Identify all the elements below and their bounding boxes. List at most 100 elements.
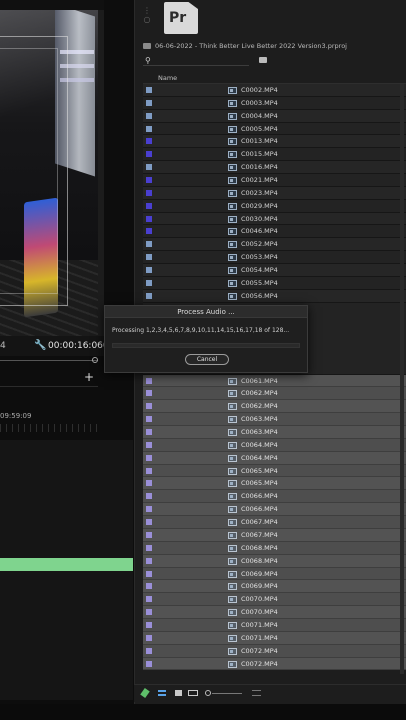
clip-row[interactable]: C0016.MP4: [143, 161, 406, 175]
icon-view-icon[interactable]: [175, 690, 182, 696]
scrubber-handle[interactable]: [92, 357, 98, 363]
zoom-slider-handle[interactable]: [205, 690, 211, 696]
clip-row[interactable]: C0030.MP4: [143, 212, 406, 226]
clip-row[interactable]: C0063.MP4: [143, 426, 406, 439]
clip-row[interactable]: C0072.MP4: [143, 657, 406, 671]
clip-row[interactable]: C0054.MP4: [143, 264, 406, 277]
label-color-swatch[interactable]: [146, 254, 152, 261]
clip-row[interactable]: C0070.MP4: [143, 606, 406, 619]
label-color-swatch[interactable]: [146, 279, 152, 286]
clip-row[interactable]: C0053.MP4: [143, 251, 406, 265]
list-view-icon[interactable]: [158, 690, 166, 696]
clip-row[interactable]: C0004.MP4: [143, 109, 406, 123]
label-color-swatch[interactable]: [146, 403, 152, 410]
label-color-swatch[interactable]: [146, 454, 152, 461]
label-color-swatch[interactable]: [146, 99, 152, 106]
clip-row[interactable]: C0072.MP4: [143, 644, 406, 658]
clip-row[interactable]: C0005.MP4: [143, 122, 406, 136]
label-color-swatch[interactable]: [146, 292, 152, 299]
clip-row[interactable]: C0071.MP4: [143, 618, 406, 632]
clip-row[interactable]: C0067.MP4: [143, 516, 406, 529]
clip-row[interactable]: C0063.MP4: [143, 413, 406, 427]
video-clip-icon: [228, 403, 237, 411]
label-color-swatch[interactable]: [146, 138, 152, 145]
label-color-swatch[interactable]: [146, 467, 152, 474]
label-color-swatch[interactable]: [146, 519, 152, 526]
label-color-swatch[interactable]: [146, 557, 152, 564]
clip-row[interactable]: C0064.MP4: [143, 451, 406, 465]
label-color-swatch[interactable]: [146, 429, 152, 436]
clip-row[interactable]: C0065.MP4: [143, 464, 406, 478]
clip-row[interactable]: C0068.MP4: [143, 541, 406, 555]
clip-row[interactable]: C0062.MP4: [143, 400, 406, 414]
panel-handle-icon[interactable]: ⋮ ○: [140, 6, 154, 32]
label-color-swatch[interactable]: [146, 416, 152, 423]
cancel-button[interactable]: Cancel: [185, 354, 229, 365]
label-color-swatch[interactable]: [146, 634, 152, 641]
label-color-swatch[interactable]: [146, 493, 152, 500]
clip-row[interactable]: C0071.MP4: [143, 631, 406, 645]
clip-row[interactable]: C0056.MP4: [143, 289, 406, 303]
clip-row[interactable]: C0029.MP4: [143, 199, 406, 213]
label-color-swatch[interactable]: [146, 570, 152, 577]
label-color-swatch[interactable]: [146, 544, 152, 551]
monitor-scrubber[interactable]: [0, 360, 98, 361]
clip-row[interactable]: C0068.MP4: [143, 554, 406, 568]
clip-row[interactable]: C0066.MP4: [143, 490, 406, 504]
label-color-swatch[interactable]: [146, 177, 152, 184]
label-color-swatch[interactable]: [146, 228, 152, 235]
clip-row[interactable]: C0055.MP4: [143, 276, 406, 290]
clip-row[interactable]: C0052.MP4: [143, 238, 406, 252]
label-color-swatch[interactable]: [146, 151, 152, 158]
add-button[interactable]: +: [84, 370, 94, 384]
label-color-swatch[interactable]: [146, 112, 152, 119]
clip-row[interactable]: C0067.MP4: [143, 528, 406, 542]
zoom-slider-track[interactable]: [212, 693, 242, 694]
label-color-swatch[interactable]: [146, 241, 152, 248]
clip-row[interactable]: C0062.MP4: [143, 387, 406, 401]
timeline-ruler[interactable]: [0, 424, 98, 432]
label-color-swatch[interactable]: [146, 531, 152, 538]
clip-row[interactable]: C0023.MP4: [143, 186, 406, 200]
new-bin-icon[interactable]: [259, 57, 267, 63]
column-header-name[interactable]: Name: [143, 72, 406, 84]
clip-row[interactable]: C0069.MP4: [143, 567, 406, 581]
label-color-swatch[interactable]: [146, 660, 152, 667]
clip-row[interactable]: C0069.MP4: [143, 580, 406, 594]
clip-row[interactable]: C0061.MP4: [143, 374, 406, 388]
label-color-swatch[interactable]: [146, 506, 152, 513]
label-color-swatch[interactable]: [146, 647, 152, 654]
playhead-timecode[interactable]: 00:00:16:060: [48, 336, 109, 356]
label-color-swatch[interactable]: [146, 164, 152, 171]
list-scrollbar[interactable]: [400, 84, 404, 674]
label-color-swatch[interactable]: [146, 215, 152, 222]
freeform-view-icon[interactable]: [188, 690, 198, 696]
wrench-icon[interactable]: 🔧: [34, 336, 46, 356]
label-color-swatch[interactable]: [146, 267, 152, 274]
sort-icon[interactable]: [252, 690, 261, 696]
clip-row[interactable]: C0065.MP4: [143, 477, 406, 491]
clip-row[interactable]: C0046.MP4: [143, 225, 406, 239]
label-color-swatch[interactable]: [146, 390, 152, 397]
clip-row[interactable]: C0013.MP4: [143, 135, 406, 149]
label-color-swatch[interactable]: [146, 377, 152, 384]
clip-row[interactable]: C0002.MP4: [143, 84, 406, 97]
label-color-swatch[interactable]: [146, 441, 152, 448]
label-color-swatch[interactable]: [146, 621, 152, 628]
clip-row[interactable]: C0066.MP4: [143, 503, 406, 517]
clip-row[interactable]: C0015.MP4: [143, 148, 406, 162]
label-color-swatch[interactable]: [146, 87, 152, 93]
clip-row[interactable]: C0070.MP4: [143, 593, 406, 607]
label-color-swatch[interactable]: [146, 189, 152, 196]
label-color-swatch[interactable]: [146, 583, 152, 590]
label-color-swatch[interactable]: [146, 202, 152, 209]
label-color-swatch[interactable]: [146, 596, 152, 603]
search-input[interactable]: ⚲: [143, 56, 249, 66]
clip-row[interactable]: C0064.MP4: [143, 438, 406, 452]
label-color-swatch[interactable]: [146, 480, 152, 487]
clip-row[interactable]: C0021.MP4: [143, 174, 406, 187]
audio-clip-track[interactable]: [0, 558, 133, 571]
clip-row[interactable]: C0003.MP4: [143, 96, 406, 110]
label-color-swatch[interactable]: [146, 609, 152, 616]
label-color-swatch[interactable]: [146, 125, 152, 132]
